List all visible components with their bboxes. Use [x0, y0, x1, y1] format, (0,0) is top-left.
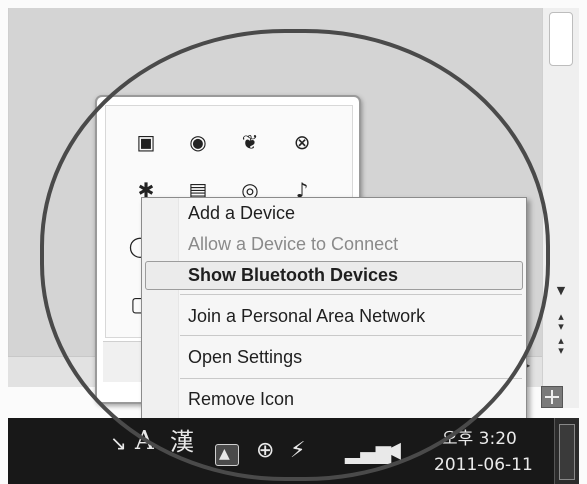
leaf-app-icon[interactable]: ❦ [238, 130, 262, 154]
show-hidden-icons-button[interactable]: ▲ [215, 444, 239, 466]
menu-icon-gutter [142, 198, 179, 418]
monitor-icon[interactable]: ▣ [134, 130, 158, 154]
action-center-icon[interactable]: ⊕ [256, 440, 274, 462]
menu-separator [180, 335, 522, 336]
menu-item-show-devices[interactable]: Show Bluetooth Devices [188, 265, 398, 286]
scrollbar-thumb[interactable] [549, 12, 573, 66]
ime-hanja-label[interactable]: 漢 [170, 430, 194, 454]
show-desktop-icon [559, 424, 575, 480]
scroll-down-small-icon-2[interactable]: ▾ [543, 344, 579, 358]
language-bar-icon[interactable]: ↘ [110, 433, 127, 453]
menu-separator [180, 294, 522, 295]
power-icon[interactable]: ⚡ [290, 440, 305, 462]
beats-audio-icon[interactable]: ◉ [186, 130, 210, 154]
menu-separator [180, 378, 522, 379]
menu-item-add-device[interactable]: Add a Device [188, 203, 295, 224]
expand-grip-icon[interactable] [541, 386, 563, 408]
clock-date[interactable]: 2011-06-11 [434, 455, 533, 475]
vertical-scrollbar[interactable]: ▼ ▴ ▾ ▴ ▾ [542, 8, 579, 408]
network-error-icon[interactable]: ⊗ [290, 130, 314, 154]
menu-item-open-settings[interactable]: Open Settings [188, 347, 302, 368]
ime-mode-label[interactable]: A [135, 428, 154, 454]
chevron-up-icon: ▲ [219, 446, 230, 462]
clock-time[interactable]: 오후 3:20 [442, 424, 517, 449]
show-desktop-button[interactable] [554, 418, 579, 484]
scroll-down-arrow-icon[interactable]: ▼ [543, 284, 579, 298]
scroll-down-small-icon[interactable]: ▾ [543, 320, 579, 334]
menu-item-allow-connect: Allow a Device to Connect [188, 234, 399, 254]
bluetooth-context-menu: Add a Device Allow a Device to Connect S… [141, 197, 527, 419]
volume-icon[interactable]: ◀ [384, 440, 401, 462]
menu-item-join-pan[interactable]: Join a Personal Area Network [188, 306, 425, 327]
menu-item-remove-icon[interactable]: Remove Icon [188, 389, 294, 410]
screen: ▼ ▴ ▾ ▴ ▾ ▶ ▣ ◉ ❦ ⊗ ✱ ▤ ◎ ♪ ◯ ▢ Add a De… [0, 0, 587, 484]
